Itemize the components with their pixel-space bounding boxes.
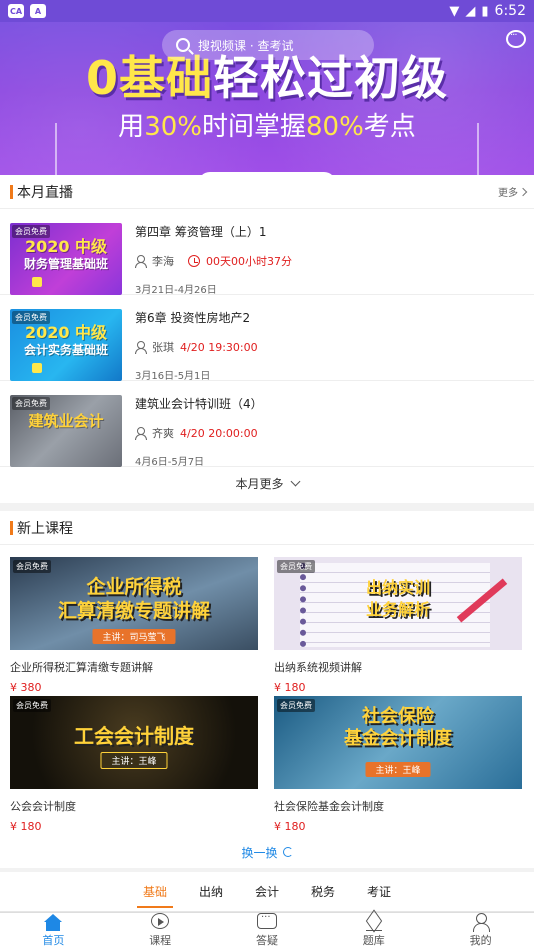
- nav-question-bank[interactable]: 题库: [320, 913, 427, 950]
- course-thumbnail: 会员免费 建筑业会计: [10, 395, 122, 467]
- teacher-icon: [135, 255, 147, 268]
- course-thumbnail: 会员免费 2020 中级 财务管理基础班: [10, 223, 122, 295]
- tab-cashier[interactable]: 出纳: [193, 872, 229, 912]
- hero-banner[interactable]: 0基础轻松过初级 用30%时间掌握80%考点 搜视频课 · 查考试: [0, 22, 534, 175]
- course-card[interactable]: 会员免费 企业所得税 汇算清缴专题讲解 主讲：司马莹飞 企业所得税汇算清缴专题讲…: [10, 557, 258, 699]
- course-card[interactable]: 会员免费 工会会计制度 主讲：王峰 公会会计制度 ¥ 180: [10, 696, 258, 838]
- course-price: ¥ 180: [274, 681, 306, 694]
- chevron-right-icon: [518, 187, 528, 196]
- app-logo-icon: CA: [8, 4, 24, 18]
- teacher-name: 齐爽: [152, 427, 174, 440]
- course-price: ¥ 180: [10, 820, 42, 833]
- refresh-icon: [282, 847, 293, 857]
- alarm-clock-icon: [188, 255, 200, 267]
- live-title: 第四章 筹资管理（上）1: [135, 225, 267, 239]
- bottom-nav: 首页 课程 答疑 题库 我的: [0, 912, 534, 950]
- countdown: 00天00小时37分: [206, 255, 292, 268]
- teacher-name: 李海: [152, 255, 174, 268]
- live-time: 4/20 19:30:00: [180, 340, 258, 354]
- play-circle-icon: [151, 913, 170, 929]
- clock: 6:52: [494, 3, 526, 19]
- date-range: 4月6日-5月7日: [135, 457, 205, 468]
- date-range: 3月16日-5月1日: [135, 371, 211, 382]
- layers-icon: [364, 913, 384, 931]
- month-more-button[interactable]: 本月更多: [0, 467, 534, 499]
- notification-icon: A: [30, 4, 46, 18]
- home-icon: [43, 913, 63, 931]
- nav-courses[interactable]: 课程: [107, 913, 214, 950]
- live-title: 第6章 投资性房地产2: [135, 311, 251, 325]
- course-title: 社会保险基金会计制度: [274, 800, 384, 813]
- course-card[interactable]: 会员免费 社会保险 基金会计制度 主讲：王峰 社会保险基金会计制度 ¥ 180: [274, 696, 522, 838]
- nav-me[interactable]: 我的: [427, 913, 534, 950]
- battery-icon: ▮: [481, 3, 489, 19]
- course-cover: 会员免费 出纳实训 业务解析: [274, 557, 522, 650]
- tab-accounting[interactable]: 会计: [249, 872, 285, 912]
- section-title: 新上课程: [17, 520, 73, 537]
- teacher-icon: [135, 427, 147, 440]
- more-link[interactable]: 更多: [498, 184, 528, 199]
- category-tabs: 基础 出纳 会计 税务 考证: [0, 872, 534, 912]
- swap-button[interactable]: 换一换: [0, 838, 534, 866]
- course-grid: 会员免费 企业所得税 汇算清缴专题讲解 主讲：司马莹飞 企业所得税汇算清缴专题讲…: [0, 545, 534, 838]
- live-item[interactable]: 会员免费 2020 中级 会计实务基础班 第6章 投资性房地产2 张琪 4/20 …: [0, 295, 534, 382]
- live-section-header: 本月直播 更多: [0, 175, 534, 209]
- new-courses-section: 新上课程 会员免费 企业所得税 汇算清缴专题讲解 主讲：司马莹飞 企业所得税汇算…: [0, 511, 534, 868]
- chevron-down-icon: [290, 476, 300, 486]
- user-icon: [471, 913, 491, 932]
- live-item[interactable]: 会员免费 建筑业会计 建筑业会计特训班（4） 齐爽 4/20 20:00:00 …: [0, 381, 534, 468]
- nav-home[interactable]: 首页: [0, 913, 107, 950]
- course-price: ¥ 380: [10, 681, 42, 694]
- date-range: 3月21日-4月26日: [135, 285, 217, 296]
- section-title: 本月直播: [17, 184, 73, 201]
- message-icon[interactable]: [506, 30, 526, 48]
- tab-tax[interactable]: 税务: [305, 872, 341, 912]
- nav-qa[interactable]: 答疑: [214, 912, 321, 950]
- search-input[interactable]: 搜视频课 · 查考试: [162, 30, 374, 60]
- new-section-header: 新上课程: [0, 511, 534, 545]
- signal-icon: ◢: [465, 3, 476, 19]
- course-price: ¥ 180: [274, 820, 306, 833]
- chat-icon: [256, 912, 277, 929]
- course-card[interactable]: 会员免费 出纳实训 业务解析 出纳系统视频讲解 ¥ 180: [274, 557, 522, 699]
- course-cover: 会员免费 社会保险 基金会计制度 主讲：王峰: [274, 696, 522, 789]
- live-item[interactable]: 会员免费 2020 中级 财务管理基础班 第四章 筹资管理（上）1 李海 00天0…: [0, 209, 534, 296]
- tab-basic[interactable]: 基础: [136, 872, 173, 912]
- search-placeholder: 搜视频课 · 查考试: [198, 38, 294, 53]
- teacher-icon: [135, 341, 147, 354]
- tab-certificate[interactable]: 考证: [361, 872, 397, 912]
- live-section: 本月直播 更多 会员免费 2020 中级 财务管理基础班 第四章 筹资管理（上）1…: [0, 175, 534, 503]
- live-time: 4/20 20:00:00: [180, 426, 258, 440]
- status-bar: CA A ▼ ◢ ▮ 6:52: [0, 0, 534, 22]
- course-title: 企业所得税汇算清缴专题讲解: [10, 661, 153, 674]
- course-title: 公会会计制度: [10, 800, 76, 813]
- course-cover: 会员免费 企业所得税 汇算清缴专题讲解 主讲：司马莹飞: [10, 557, 258, 650]
- teacher-name: 张琪: [152, 341, 174, 354]
- hero-subtitle: 用30%时间掌握80%考点: [118, 112, 416, 142]
- wifi-icon: ▼: [449, 3, 460, 19]
- course-cover: 会员免费 工会会计制度 主讲：王峰: [10, 696, 258, 789]
- search-icon: [176, 38, 190, 52]
- live-title: 建筑业会计特训班（4）: [135, 397, 263, 411]
- course-thumbnail: 会员免费 2020 中级 会计实务基础班: [10, 309, 122, 381]
- course-title: 出纳系统视频讲解: [274, 661, 362, 674]
